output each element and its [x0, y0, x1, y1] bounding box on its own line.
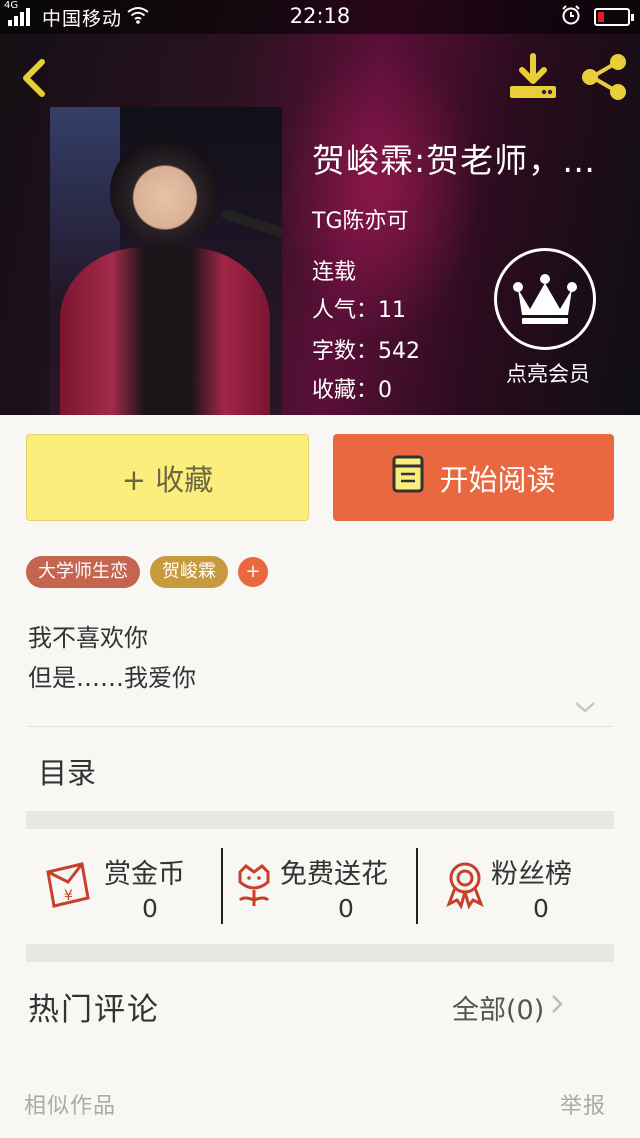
- section-separator: [26, 811, 614, 829]
- tag-list: 大学师生恋 贺峻霖 +: [26, 556, 268, 588]
- all-comments-link[interactable]: 全部(0): [452, 988, 564, 1027]
- similar-works-link[interactable]: 相似作品: [24, 1088, 116, 1120]
- stat-label: 赏金币: [104, 859, 185, 890]
- stat-value: 0: [338, 894, 354, 923]
- section-separator: [26, 944, 614, 962]
- clock: 22:18: [289, 4, 351, 28]
- description-line: 我不喜欢你: [28, 624, 148, 652]
- vip-label: 点亮会员: [506, 362, 590, 386]
- hot-comments-title: 热门评论: [28, 992, 160, 1028]
- book-popularity: 人气：11: [312, 298, 406, 323]
- book-author[interactable]: TG陈亦可: [312, 203, 409, 235]
- start-reading-label: 开始阅读: [439, 462, 556, 497]
- stat-value: 0: [533, 894, 549, 923]
- add-tag-button[interactable]: +: [238, 557, 268, 587]
- tag-item[interactable]: 大学师生恋: [26, 556, 140, 588]
- report-link[interactable]: 举报: [560, 1088, 606, 1120]
- book-header: 4G 中国移动 22:18 贺峻霖:贺老师，… TG陈亦可 连载 人气：11 字…: [0, 0, 640, 415]
- book-title: 贺峻霖:贺老师，…: [312, 141, 597, 180]
- book-status: 连载: [312, 260, 357, 285]
- stat-value: 0: [142, 894, 158, 923]
- battery-icon: [594, 8, 634, 26]
- book-cover-image[interactable]: [50, 107, 282, 415]
- free-flower-button[interactable]: 免费送花 0: [224, 838, 418, 928]
- description-line: 但是……我爱你: [28, 664, 196, 692]
- download-button[interactable]: [506, 52, 560, 102]
- reward-coins-button[interactable]: ¥ 赏金币 0: [26, 838, 222, 928]
- add-to-favorites-button[interactable]: + 收藏: [26, 434, 309, 521]
- status-bar: 4G 中国移动 22:18: [0, 0, 640, 34]
- book-description: 我不喜欢你 但是……我爱你: [28, 618, 196, 698]
- chevron-right-icon: [550, 992, 564, 1023]
- book-favorites-count: 收藏：0: [312, 378, 392, 403]
- stats-row: ¥ 赏金币 0 免费送花 0 粉丝榜 0: [26, 838, 614, 933]
- stat-label: 免费送花: [280, 859, 388, 890]
- divider: [26, 726, 614, 727]
- start-reading-button[interactable]: 开始阅读: [333, 434, 614, 521]
- flower-icon: [228, 860, 280, 910]
- medal-icon: [439, 860, 491, 910]
- stat-separator: [416, 848, 418, 924]
- table-of-contents-link[interactable]: 目录: [38, 750, 96, 792]
- stat-label: 粉丝榜: [491, 859, 572, 890]
- svg-text:¥: ¥: [64, 888, 73, 904]
- tag-item[interactable]: 贺峻霖: [150, 556, 228, 588]
- all-comments-label: 全部(0): [452, 995, 545, 1026]
- share-button[interactable]: [578, 52, 630, 102]
- book-icon: [391, 454, 425, 501]
- book-word-count: 字数：542: [312, 339, 420, 364]
- vip-membership-button[interactable]: 点亮会员: [488, 248, 608, 388]
- stat-separator: [221, 848, 223, 924]
- fan-ranking-button[interactable]: 粉丝榜 0: [419, 838, 614, 928]
- alarm-icon: [560, 4, 582, 31]
- red-envelope-icon: ¥: [42, 860, 94, 910]
- back-button[interactable]: [14, 54, 54, 102]
- chevron-down-icon[interactable]: [572, 698, 598, 716]
- crown-icon: [494, 248, 596, 350]
